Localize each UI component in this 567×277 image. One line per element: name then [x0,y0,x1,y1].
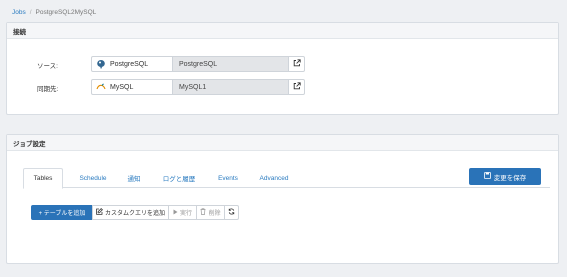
save-changes-button[interactable]: 変更を保存 [469,168,541,185]
job-settings-title: ジョブ設定 [7,135,558,151]
postgresql-icon [96,59,106,69]
breadcrumb: Jobs / PostgreSQL2MySQL [12,7,96,17]
external-link-icon [293,82,301,92]
tab-logs-history[interactable]: ログと履歴 [157,168,201,188]
tab-schedule[interactable]: Schedule [71,168,115,188]
breadcrumb-separator: / [29,8,32,16]
source-type-text: PostgreSQL [110,60,149,68]
source-name-field: PostgreSQL [173,56,289,72]
destination-row: 同期先: MySQL MySQL1 [7,79,558,95]
tab-tables[interactable]: Tables [23,168,63,189]
refresh-button[interactable] [224,205,239,220]
source-row: ソース: PostgreSQL PostgreSQL [7,56,558,72]
destination-type-text: MySQL [110,83,134,91]
breadcrumb-jobs-link[interactable]: Jobs [12,9,26,16]
refresh-icon [228,208,235,217]
connection-panel: 接続 ソース: PostgreSQL PostgreSQL 同期先: MySQL… [6,22,559,115]
tab-events[interactable]: Events [211,168,245,188]
delete-button[interactable]: 削除 [196,205,225,220]
save-changes-label: 変更を保存 [493,174,527,182]
destination-label: 同期先: [37,86,59,93]
trash-icon [200,208,206,217]
add-custom-query-label: カスタムクエリを追加 [105,211,166,217]
destination-open-button[interactable] [289,79,305,95]
tab-advanced[interactable]: Advanced [253,168,295,188]
run-label: 実行 [179,211,192,217]
edit-icon [96,208,103,217]
destination-name-field: MySQL1 [173,79,289,95]
source-type-field[interactable]: PostgreSQL [91,56,173,72]
source-open-button[interactable] [289,56,305,72]
save-icon [483,172,491,181]
play-icon [173,209,178,217]
add-table-button[interactable]: + テーブルを追加 [31,205,93,220]
run-button[interactable]: 実行 [168,205,197,220]
destination-type-field[interactable]: MySQL [91,79,173,95]
mysql-icon [96,82,106,92]
connection-panel-title: 接続 [7,23,558,39]
breadcrumb-current: PostgreSQL2MySQL [35,8,97,16]
add-custom-query-button[interactable]: カスタムクエリを追加 [92,205,169,220]
tables-toolbar: + テーブルを追加 カスタムクエリを追加 実行 削除 [31,205,239,220]
external-link-icon [293,59,301,69]
delete-label: 削除 [208,211,221,217]
tab-notifications[interactable]: 通知 [121,168,147,188]
source-label: ソース: [37,63,58,70]
job-settings-panel: ジョブ設定 Tables Schedule 通知 ログと履歴 Events Ad… [6,134,559,264]
